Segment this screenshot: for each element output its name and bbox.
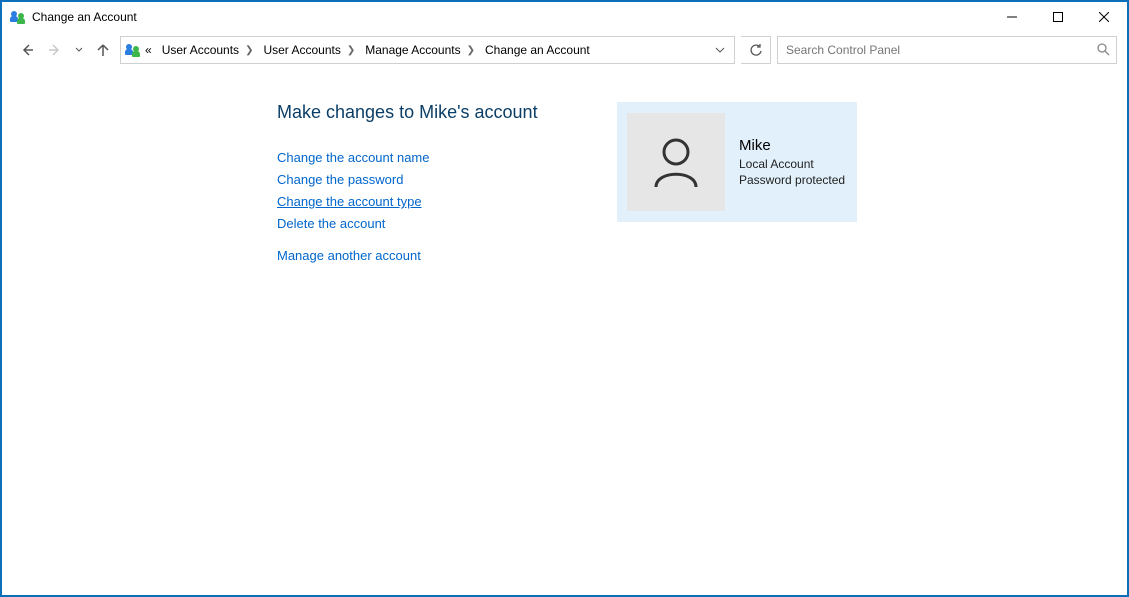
breadcrumb-item[interactable]: User Accounts ❯	[158, 37, 258, 63]
breadcrumb-prefix-text: «	[145, 43, 152, 57]
breadcrumb-label: Change an Account	[485, 43, 590, 57]
arrow-up-icon	[95, 42, 111, 58]
avatar	[627, 113, 725, 211]
account-name: Mike	[739, 137, 845, 154]
maximize-button[interactable]	[1035, 2, 1081, 32]
maximize-icon	[1053, 12, 1063, 22]
breadcrumb-item[interactable]: User Accounts ❯	[259, 37, 359, 63]
close-button[interactable]	[1081, 2, 1127, 32]
minimize-icon	[1007, 12, 1017, 22]
action-links: Change the account name Change the passw…	[277, 147, 607, 267]
up-button[interactable]	[92, 39, 114, 61]
minimize-button[interactable]	[989, 2, 1035, 32]
window-title: Change an Account	[32, 10, 137, 24]
close-icon	[1099, 12, 1109, 22]
user-accounts-icon	[125, 42, 141, 58]
spacer	[277, 235, 607, 245]
recent-locations-button[interactable]	[72, 46, 86, 54]
address-bar[interactable]: « User Accounts ❯ User Accounts ❯ Manage…	[120, 36, 735, 64]
breadcrumb-label: User Accounts	[162, 43, 239, 57]
nav-arrows	[16, 39, 114, 61]
actions-column: Make changes to Mike's account Change th…	[277, 102, 607, 267]
back-button[interactable]	[16, 39, 38, 61]
change-password-link[interactable]: Change the password	[277, 169, 607, 191]
arrow-left-icon	[19, 42, 35, 58]
chevron-down-icon	[75, 46, 83, 54]
breadcrumb-label: User Accounts	[263, 43, 340, 57]
account-card[interactable]: Mike Local Account Password protected	[617, 102, 857, 222]
titlebar: Change an Account	[2, 2, 1127, 32]
forward-button[interactable]	[44, 39, 66, 61]
chevron-right-icon: ❯	[245, 45, 253, 56]
manage-another-account-link[interactable]: Manage another account	[277, 245, 607, 267]
search-icon	[1096, 42, 1110, 59]
titlebar-left: Change an Account	[10, 9, 137, 25]
account-info: Mike Local Account Password protected	[739, 137, 845, 188]
search-box[interactable]	[777, 36, 1117, 64]
search-input[interactable]	[784, 42, 1096, 58]
refresh-button[interactable]	[741, 36, 771, 64]
breadcrumb-item[interactable]: Manage Accounts ❯	[361, 37, 479, 63]
change-account-type-link[interactable]: Change the account type	[277, 191, 607, 213]
nav-row: « User Accounts ❯ User Accounts ❯ Manage…	[2, 32, 1127, 74]
window-controls	[989, 2, 1127, 32]
arrow-right-icon	[47, 42, 63, 58]
account-type: Local Account	[739, 156, 845, 172]
breadcrumb-prefix: «	[143, 37, 156, 63]
address-dropdown-button[interactable]	[710, 45, 730, 55]
account-status: Password protected	[739, 172, 845, 188]
chevron-right-icon: ❯	[467, 45, 475, 56]
chevron-right-icon: ❯	[347, 45, 355, 56]
content-area: Make changes to Mike's account Change th…	[2, 74, 1127, 267]
person-icon	[646, 132, 706, 192]
delete-account-link[interactable]: Delete the account	[277, 213, 607, 235]
page-title: Make changes to Mike's account	[277, 102, 607, 123]
breadcrumb-label: Manage Accounts	[365, 43, 460, 57]
refresh-icon	[749, 43, 763, 57]
change-account-name-link[interactable]: Change the account name	[277, 147, 607, 169]
user-accounts-icon	[10, 9, 26, 25]
chevron-down-icon	[715, 45, 725, 55]
breadcrumb-item[interactable]: Change an Account	[481, 37, 594, 63]
